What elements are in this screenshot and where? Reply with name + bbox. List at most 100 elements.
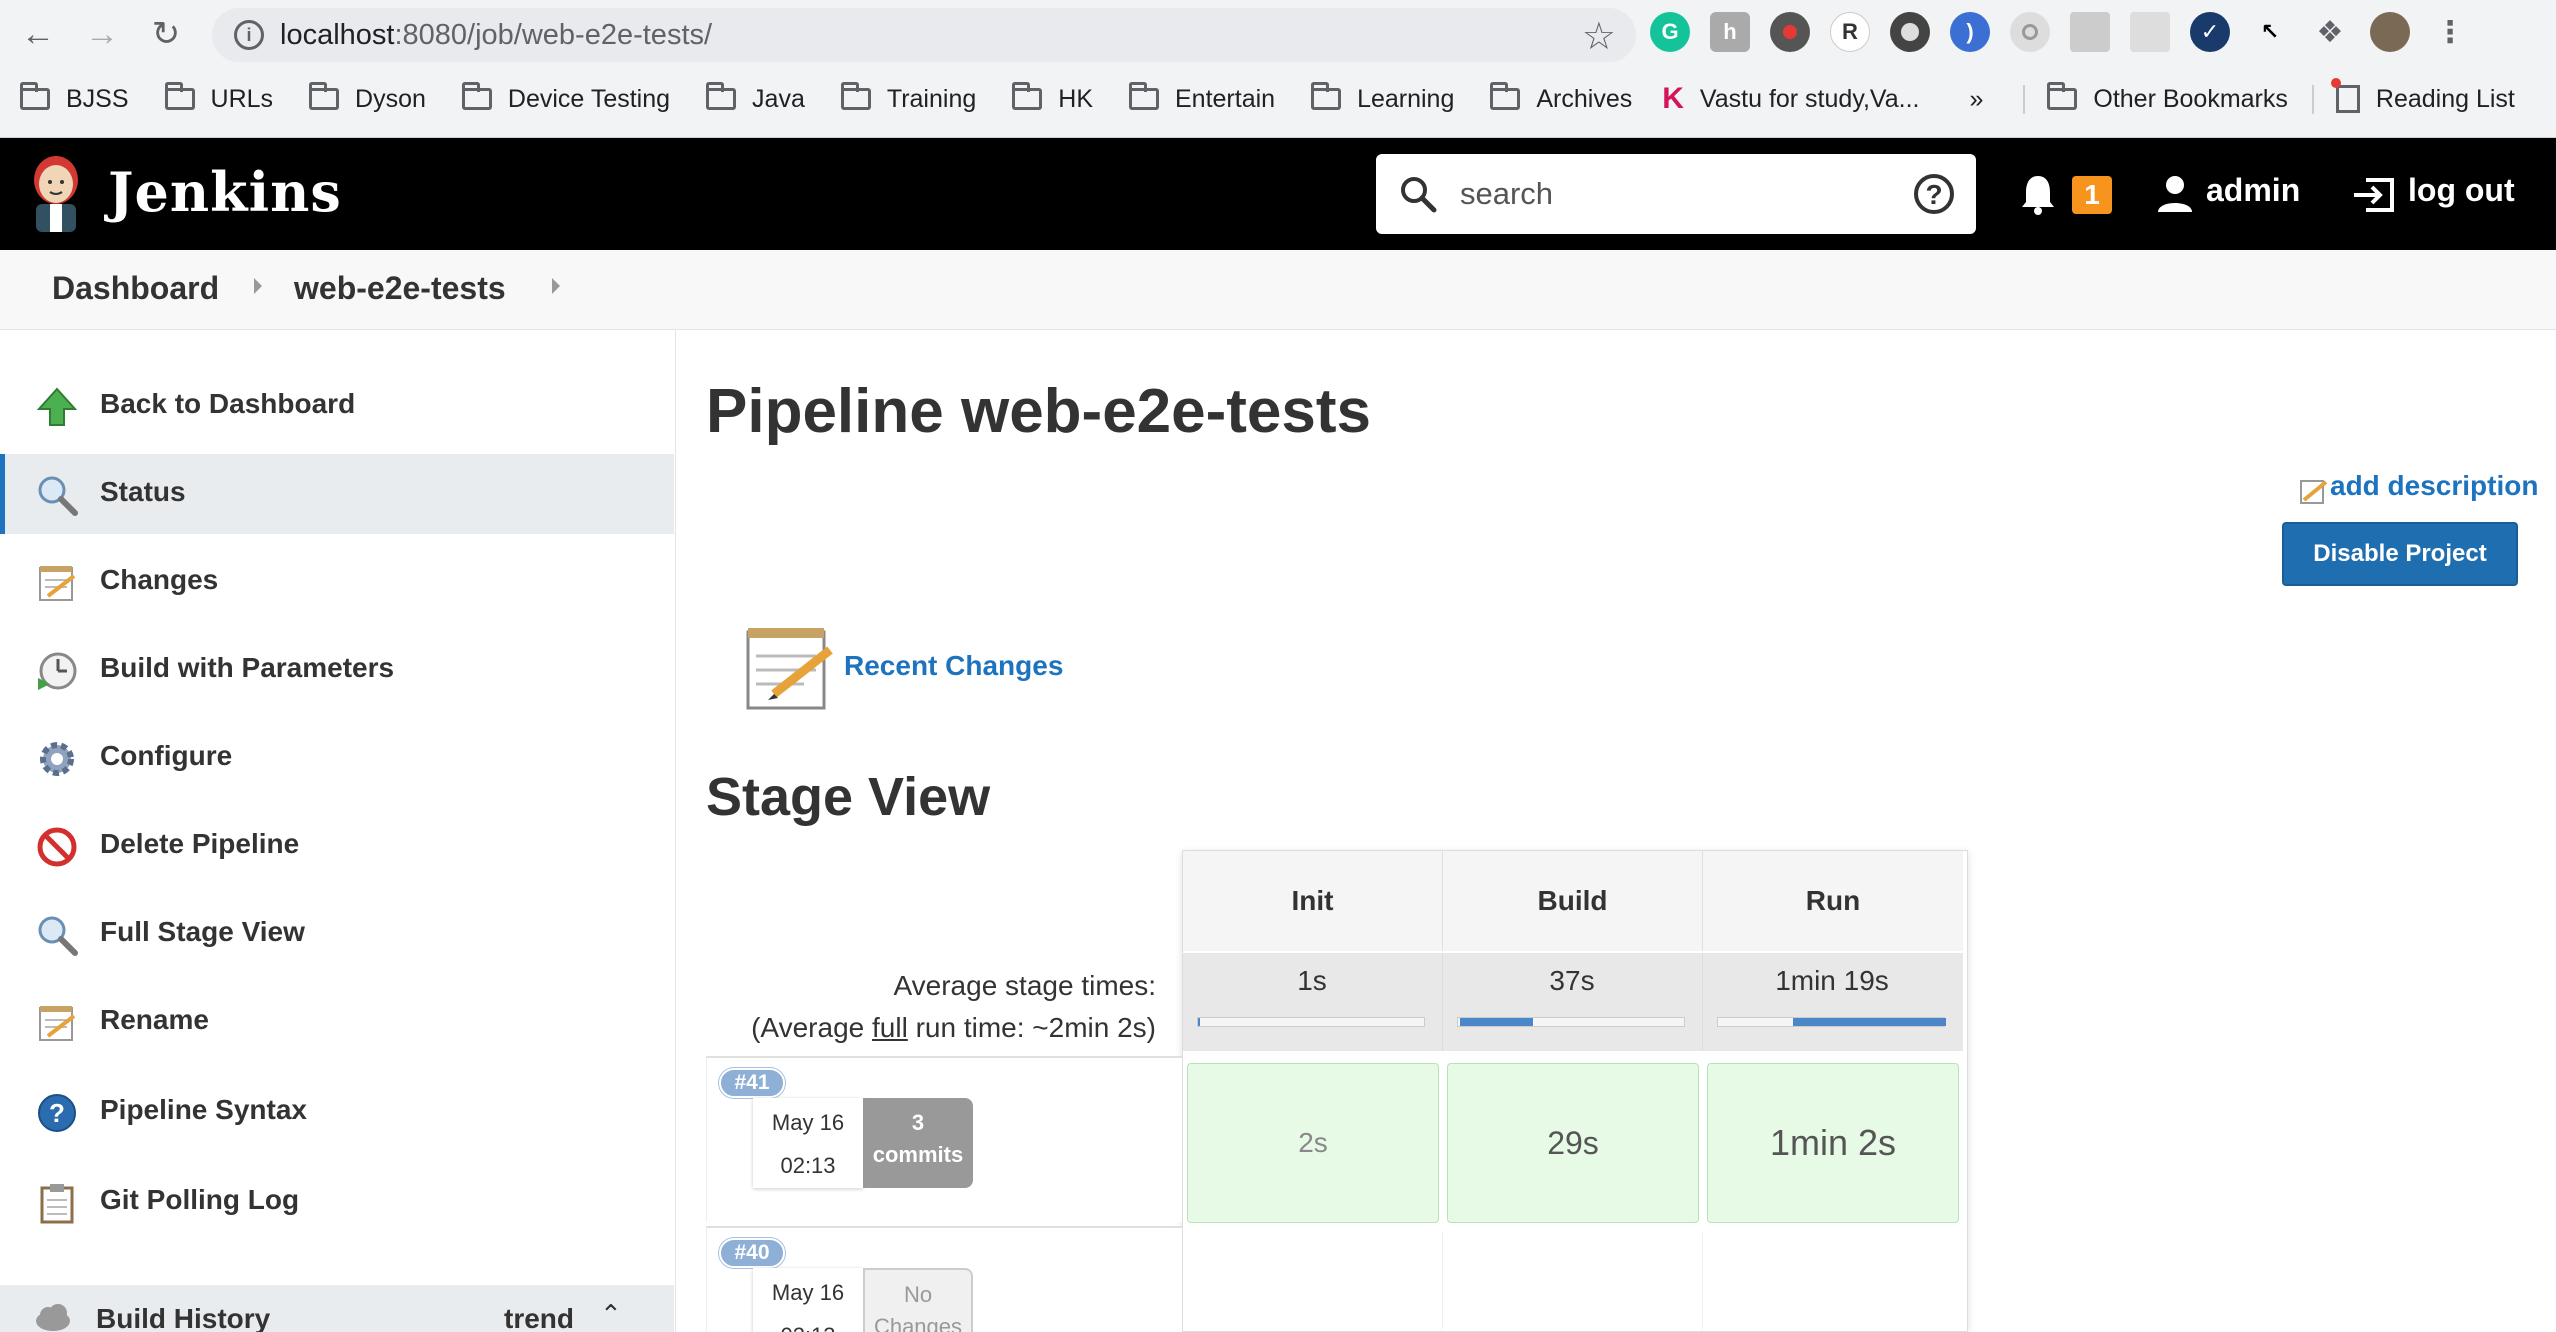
logout-link[interactable]: log out — [2408, 172, 2515, 209]
browser-menu-icon[interactable]: ⋮ — [2430, 12, 2470, 52]
back-arrow-icon[interactable]: ← — [18, 14, 58, 54]
trend-link[interactable]: trend — [504, 1303, 574, 1332]
breadcrumb-dashboard[interactable]: Dashboard — [52, 270, 219, 307]
notification-badge[interactable]: 1 — [2072, 176, 2112, 214]
folder-icon — [840, 82, 871, 110]
bookmark-label: BJSS — [66, 84, 129, 113]
bookmark-folder[interactable]: URLs — [164, 82, 273, 114]
sidebar-item-label: Configure — [100, 740, 233, 771]
clock-play-icon — [38, 652, 77, 690]
extension-h-icon[interactable]: h — [1710, 12, 1750, 52]
help-icon[interactable]: ? — [1914, 174, 1954, 214]
jenkins-logo-icon[interactable] — [26, 152, 86, 234]
sidebar-item-changes[interactable]: Changes — [0, 542, 674, 622]
stage-avg-init: 1s — [1183, 953, 1443, 1051]
user-icon[interactable] — [2156, 174, 2194, 214]
sidebar-item-label: Rename — [100, 1004, 209, 1035]
extension-check-icon[interactable]: ✓ — [2190, 12, 2230, 52]
sidebar-item-back-to-dashboard[interactable]: Back to Dashboard — [0, 366, 674, 446]
extension-dashed-icon[interactable] — [2130, 12, 2170, 52]
notepad-icon — [746, 628, 833, 710]
run-date: May 16 — [771, 1110, 845, 1135]
bookmark-folder[interactable]: Dyson — [309, 82, 426, 114]
bookmark-folder[interactable]: Device Testing — [461, 82, 670, 114]
stage-cell-run-40[interactable] — [1703, 1231, 1963, 1331]
up-arrow-icon — [36, 387, 78, 426]
bookmark-label: Reading List — [2375, 84, 2515, 113]
bookmark-folder[interactable]: Entertain — [1129, 82, 1276, 114]
bookmark-folder[interactable]: Training — [840, 82, 977, 114]
extension-circle-icon[interactable] — [1890, 12, 1930, 52]
site-info-icon[interactable]: i — [234, 20, 264, 50]
disable-project-button[interactable]: Disable Project — [2282, 522, 2518, 586]
add-description-link[interactable]: add description — [2330, 470, 2538, 502]
run-commits-button[interactable]: 3 commits — [863, 1098, 973, 1188]
run-number-badge[interactable]: #41 — [719, 1068, 785, 1098]
extension-blue-icon[interactable]: ) — [1950, 12, 1990, 52]
jenkins-title[interactable]: Jenkins — [108, 160, 342, 224]
extension-r-icon[interactable]: R — [1830, 12, 1870, 52]
breadcrumb-job[interactable]: web-e2e-tests — [294, 270, 506, 307]
bookmark-folder[interactable]: Java — [706, 82, 805, 114]
jenkins-header: Jenkins ? 1 admin log out — [0, 138, 2556, 250]
profile-avatar[interactable] — [2370, 12, 2410, 52]
help-icon: ? — [38, 1094, 76, 1132]
recent-changes-link[interactable]: Recent Changes — [844, 650, 1063, 682]
bookmark-folder[interactable]: Archives — [1490, 82, 1632, 114]
run-commits-button[interactable]: No Changes — [863, 1268, 973, 1332]
stage-cell-build-41[interactable]: 29s — [1447, 1063, 1699, 1223]
bookmarks-bar: BJSS URLs Dyson Device Testing Java Trai… — [0, 76, 2515, 122]
sidebar-item-rename[interactable]: Rename — [0, 982, 674, 1062]
stage-cell-init-41[interactable]: 2s — [1187, 1063, 1439, 1223]
reading-list[interactable]: Reading List — [2311, 78, 2515, 114]
address-bar[interactable]: i localhost:8080/job/web-e2e-tests/ ☆ — [212, 8, 1636, 62]
stage-cell-run-41[interactable]: 1min 2s — [1707, 1063, 1959, 1223]
cursor-extension-icon[interactable]: ↖ — [2250, 12, 2290, 52]
other-bookmarks[interactable]: Other Bookmarks — [2023, 82, 2288, 114]
bookmark-folder[interactable]: BJSS — [20, 82, 129, 114]
stage-avg-bar-fill — [1792, 1018, 1947, 1026]
sidebar-item-build-with-parameters[interactable]: Build with Parameters — [0, 630, 674, 710]
bookmark-link[interactable]: K Vastu for study,Va... — [1662, 82, 1919, 116]
puzzle-extensions-icon[interactable]: ❖ — [2310, 12, 2350, 52]
sidebar-item-label: Build with Parameters — [100, 652, 395, 683]
forward-arrow-icon[interactable]: → — [82, 14, 122, 54]
extension-target-icon[interactable] — [2010, 12, 2050, 52]
reload-icon[interactable]: ↻ — [146, 14, 186, 54]
stage-avg-bar-fill — [1460, 1018, 1533, 1026]
extension-grid-icon[interactable] — [2070, 12, 2110, 52]
bookmark-label: Dyson — [355, 84, 426, 113]
edit-description-icon[interactable] — [2298, 476, 2328, 506]
folder-icon — [1012, 82, 1043, 110]
stage-cell-build-40[interactable] — [1443, 1231, 1703, 1331]
address-url: localhost:8080/job/web-e2e-tests/ — [280, 19, 713, 51]
sidebar-item-configure[interactable]: Configure — [0, 718, 674, 798]
bookmark-label: Vastu for study,Va... — [1699, 84, 1920, 113]
run-number-badge[interactable]: #40 — [719, 1238, 785, 1268]
user-name-link[interactable]: admin — [2206, 172, 2300, 209]
build-history-widget[interactable]: Build History trend ⌃ — [0, 1285, 674, 1332]
record-extension-icon[interactable] — [1770, 12, 1810, 52]
search-input[interactable] — [1460, 172, 1880, 216]
bookmark-folder[interactable]: HK — [1012, 82, 1093, 114]
breadcrumb-chevron-icon[interactable] — [552, 278, 560, 294]
breadcrumb-chevron-icon[interactable] — [254, 278, 262, 294]
full-link[interactable]: full — [872, 1012, 908, 1043]
search-box[interactable]: ? — [1376, 154, 1976, 234]
stage-cell-init-40[interactable] — [1183, 1231, 1443, 1331]
chevron-up-icon[interactable]: ⌃ — [600, 1299, 622, 1330]
sidebar-item-delete-pipeline[interactable]: Delete Pipeline — [0, 806, 674, 886]
bookmarks-overflow[interactable]: » — [1969, 85, 1983, 114]
bookmark-folder[interactable]: Learning — [1311, 82, 1454, 114]
logout-icon[interactable] — [2352, 176, 2398, 214]
sidebar-item-git-polling-log[interactable]: Git Polling Log — [0, 1162, 674, 1242]
sidebar-item-label: Status — [100, 476, 186, 507]
bookmark-label: Training — [886, 84, 977, 113]
bookmark-star-icon[interactable]: ☆ — [1582, 14, 1616, 59]
bell-icon[interactable] — [2018, 172, 2058, 216]
bookmark-label: Entertain — [1175, 84, 1276, 113]
sidebar-item-full-stage-view[interactable]: Full Stage View — [0, 894, 674, 974]
sidebar-item-pipeline-syntax[interactable]: ? Pipeline Syntax — [0, 1072, 674, 1152]
sidebar-item-status[interactable]: Status — [0, 454, 674, 534]
grammarly-extension-icon[interactable]: G — [1650, 12, 1690, 52]
